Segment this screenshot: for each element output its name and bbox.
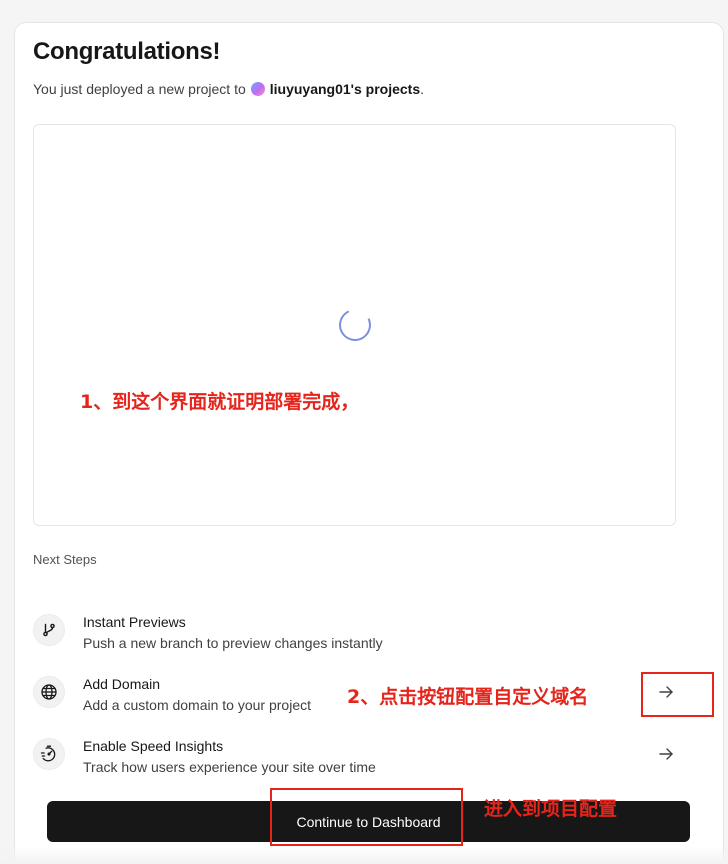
deploy-subtitle: You just deployed a new project to liuyu… [33,81,424,97]
subtitle-prefix: You just deployed a new project to [33,81,246,97]
annotation-project-config: 进入到项目配置 [484,798,618,820]
step-instant-previews[interactable]: Instant Previews Push a new branch to pr… [33,614,676,662]
step-title: Instant Previews [83,614,186,630]
annotation-deploy-complete: 1、到这个界面就证明部署完成， [80,391,360,413]
step-title: Enable Speed Insights [83,738,224,754]
deployment-preview[interactable] [33,124,676,526]
speedometer-icon [33,738,65,770]
globe-icon [33,676,65,708]
next-steps-heading: Next Steps [33,552,97,567]
highlight-box-dashboard-button [270,788,463,846]
page-title: Congratulations! [33,38,221,65]
step-description: Add a custom domain to your project [83,697,312,713]
subtitle-suffix: . [420,81,425,97]
bottom-edge-fade [0,846,728,864]
annotation-add-domain: 2、点击按钮配置自定义域名 [347,686,589,708]
highlight-box-domain-arrow [641,672,714,717]
arrow-right-icon[interactable] [656,744,676,764]
step-description: Track how users experience your site ove… [83,759,376,775]
git-branch-icon [33,614,65,646]
step-speed-insights[interactable]: Enable Speed Insights Track how users ex… [33,738,676,786]
step-title: Add Domain [83,676,161,692]
step-description: Push a new branch to preview changes ins… [83,635,383,651]
team-name-link[interactable]: liuyuyang01's projects [270,81,420,97]
team-avatar [250,82,265,96]
loading-spinner-icon [334,304,376,346]
